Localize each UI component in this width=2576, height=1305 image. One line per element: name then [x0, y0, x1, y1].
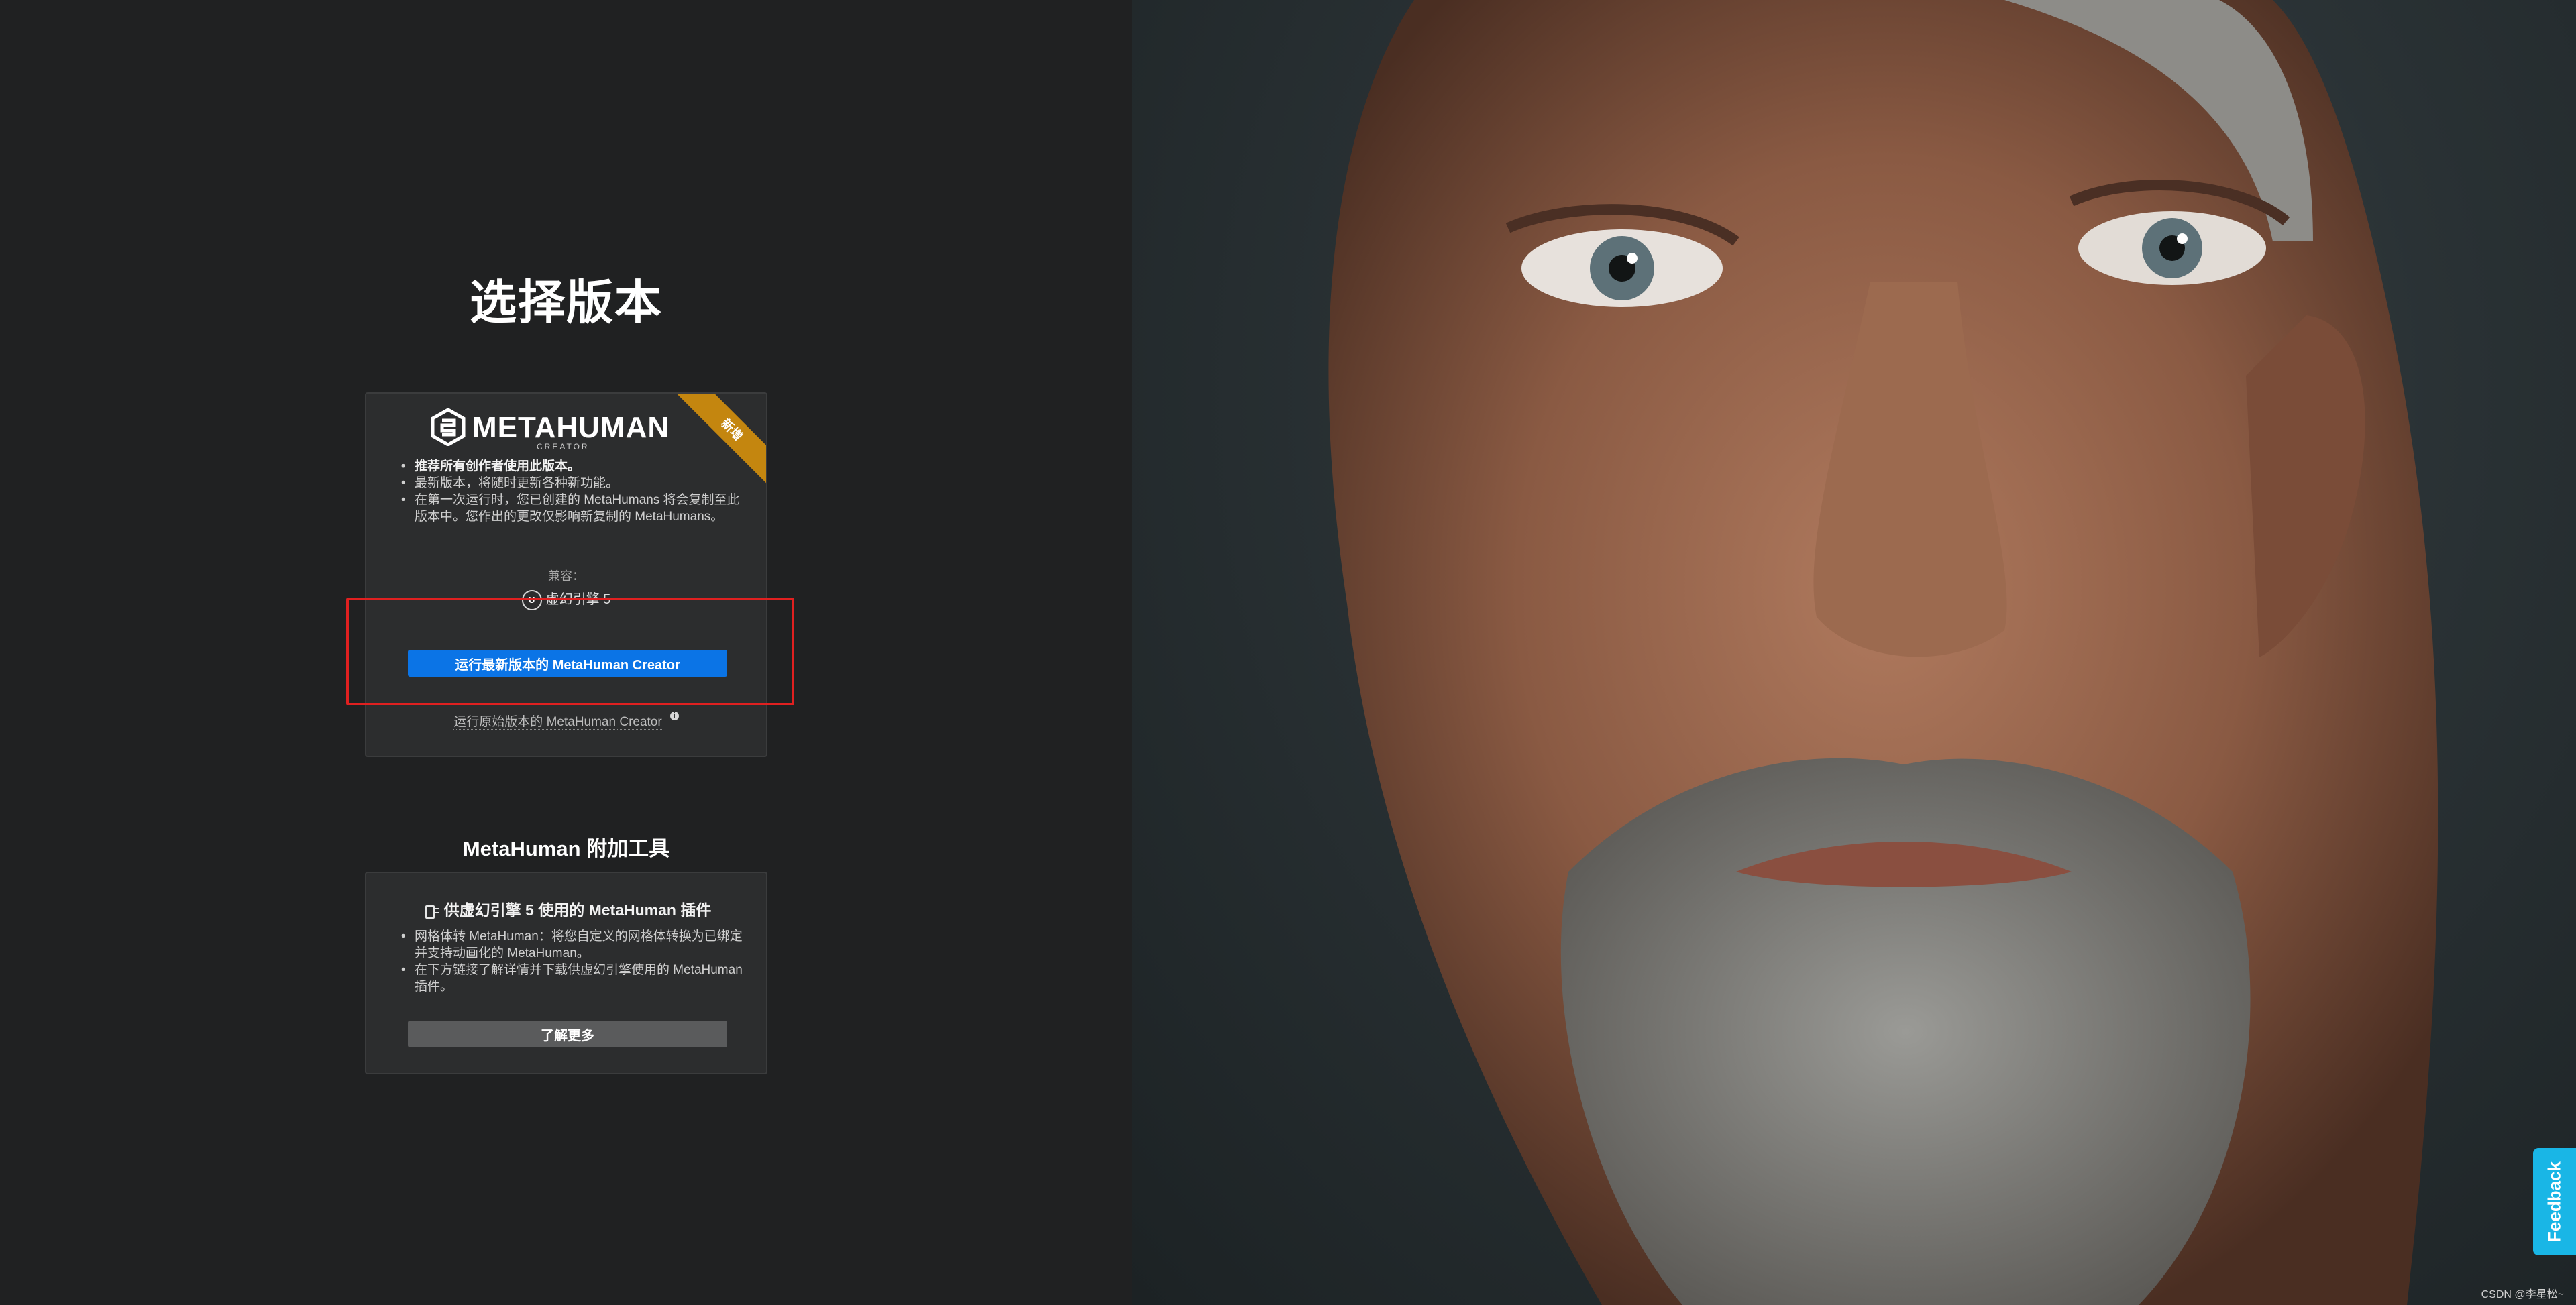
hero-portrait-image [1132, 0, 2576, 1305]
feature-list: 推荐所有创作者使用此版本。 最新版本，将随时更新各种新功能。 在第一次运行时，您… [400, 458, 749, 525]
feedback-label: Feedback [2544, 1161, 2565, 1242]
launch-original-link[interactable]: 运行原始版本的 MetaHuman Creator [453, 715, 662, 730]
metahuman-logo: METAHUMAN CREATOR [431, 408, 712, 453]
list-item: 在第一次运行时，您已创建的 MetaHumans 将会复制至此版本中。您作出的更… [400, 492, 749, 525]
plugin-icon [421, 903, 440, 920]
metahuman-logo-icon [431, 408, 466, 446]
version-select-pane: 选择版本 新增 METAHUMAN CREATOR 推荐所有创作者使用此版本。 … [0, 0, 1132, 1305]
legacy-version-row: 运行原始版本的 MetaHuman Creator i [366, 712, 766, 730]
compatibility-label: 兼容： [548, 569, 584, 583]
plugin-card: 供虚幻引擎 5 使用的 MetaHuman 插件 网格体转 MetaHuman：… [365, 872, 767, 1074]
red-highlight-annotation [346, 598, 794, 705]
list-item: 最新版本，将随时更新各种新功能。 [400, 475, 749, 492]
logo-subtitle: CREATOR [537, 442, 590, 451]
list-item: 在下方链接了解详情并下载供虚幻引擎使用的 MetaHuman 插件。 [400, 962, 749, 995]
list-item: 网格体转 MetaHuman：将您自定义的网格体转换为已绑定并支持动画化的 Me… [400, 928, 749, 962]
watermark: CSDN @李星松~ [2481, 1289, 2564, 1300]
feedback-tab[interactable]: Feedback [2533, 1148, 2576, 1255]
list-item: 推荐所有创作者使用此版本。 [400, 458, 749, 475]
learn-more-button[interactable]: 了解更多 [408, 1021, 727, 1047]
portrait-illustration [1328, 0, 2438, 1305]
plugin-card-title: 供虚幻引擎 5 使用的 MetaHuman 插件 [443, 901, 712, 919]
addons-section-title: MetaHuman 附加工具 [462, 837, 670, 860]
page-title: 选择版本 [470, 276, 663, 329]
info-icon[interactable]: i [669, 712, 679, 720]
logo-wordmark: METAHUMAN [472, 411, 670, 444]
plugin-feature-list: 网格体转 MetaHuman：将您自定义的网格体转换为已绑定并支持动画化的 Me… [400, 928, 749, 995]
plugin-card-title-row: 供虚幻引擎 5 使用的 MetaHuman 插件 [366, 897, 766, 920]
